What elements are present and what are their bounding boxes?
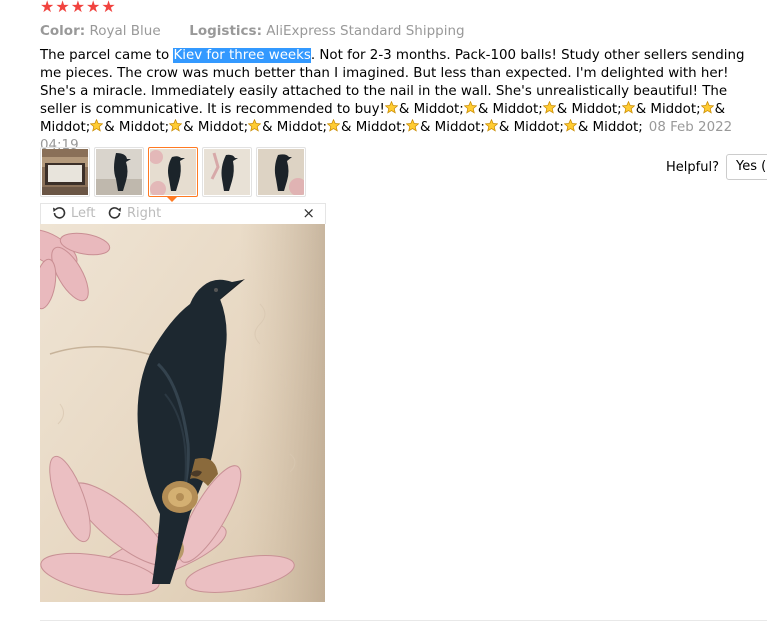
- middot-text: & Middot;: [477, 102, 543, 117]
- review-photo-thumbnails: [40, 147, 306, 197]
- active-thumbnail-pointer: [166, 196, 178, 202]
- thumbnail-parcel[interactable]: [40, 147, 90, 197]
- middot-text: & Middot;: [341, 120, 406, 135]
- star-emoji-icon: [621, 100, 636, 114]
- star-icon: ★: [55, 0, 70, 16]
- star-emoji-icon: [542, 100, 557, 114]
- thumbnail-crow-3[interactable]: [202, 147, 252, 197]
- logistics-label: Logistics:: [189, 23, 262, 39]
- star-emoji-icon: [484, 118, 499, 132]
- star-emoji-icon: [700, 100, 714, 114]
- star-icon: ★: [86, 0, 101, 16]
- selected-text: Kiev for three weeks: [173, 48, 311, 63]
- rating-stars: ★ ★ ★ ★ ★: [40, 0, 116, 16]
- helpful-yes-button[interactable]: Yes (3: [726, 154, 767, 180]
- review-text: The parcel came to Kiev for three weeks.…: [40, 47, 764, 155]
- rotate-right-label: Right: [127, 205, 162, 221]
- middot-text: & Middot;: [262, 120, 328, 135]
- thumbnail-crow-2-selected[interactable]: [148, 147, 198, 197]
- middot-text: & Middot;: [577, 120, 643, 135]
- helpful-yes-label: Yes (3: [736, 159, 767, 174]
- middot-text: & Middot;: [556, 102, 622, 117]
- review-card: ★ ★ ★ ★ ★ Color: Royal Blue Logistics: AliEx…: [0, 0, 767, 625]
- helpful-label: Helpful?: [666, 160, 719, 175]
- thumbnail-crow-4[interactable]: [256, 147, 306, 197]
- rotate-right-button[interactable]: Right: [107, 205, 161, 221]
- color-value: Royal Blue: [89, 23, 161, 39]
- star-emoji-icon: [405, 118, 420, 132]
- review-meta: Color: Royal Blue Logistics: AliExpress …: [40, 23, 465, 39]
- middot-text: & Middot;: [183, 120, 249, 135]
- middot-text: & Middot;: [498, 120, 564, 135]
- rotate-left-button[interactable]: Left: [51, 205, 95, 221]
- star-icon: ★: [70, 0, 86, 16]
- middot-text: & Middot;: [419, 120, 485, 135]
- star-icon: ★: [40, 0, 55, 16]
- divider: [40, 620, 767, 621]
- review-text-start: The parcel came to: [40, 48, 174, 63]
- star-emoji-icon: [168, 118, 183, 132]
- middot-text: & Middot;: [398, 102, 464, 117]
- color-label: Color:: [40, 23, 86, 39]
- star-icon: ★: [101, 0, 116, 16]
- middot-text: & Middot;: [104, 120, 170, 135]
- photo-viewer-toolbar: Left Right ×: [40, 203, 326, 224]
- thumbnail-crow-1[interactable]: [94, 147, 144, 197]
- star-emoji-icon: [563, 118, 578, 132]
- star-emoji-icon: [463, 100, 478, 114]
- star-emoji-icon: [247, 118, 262, 132]
- close-viewer-icon[interactable]: ×: [302, 204, 315, 222]
- logistics-value: AliExpress Standard Shipping: [266, 23, 465, 39]
- star-emoji-icon: [326, 118, 341, 132]
- star-emoji-icon: [384, 100, 399, 114]
- middot-text: & Middot;: [635, 102, 701, 117]
- star-emoji-icon: [89, 118, 104, 132]
- rotate-right-icon: [108, 207, 121, 219]
- rotate-left-icon: [53, 207, 66, 219]
- rotate-left-label: Left: [71, 205, 96, 221]
- review-photo-large: [40, 224, 325, 602]
